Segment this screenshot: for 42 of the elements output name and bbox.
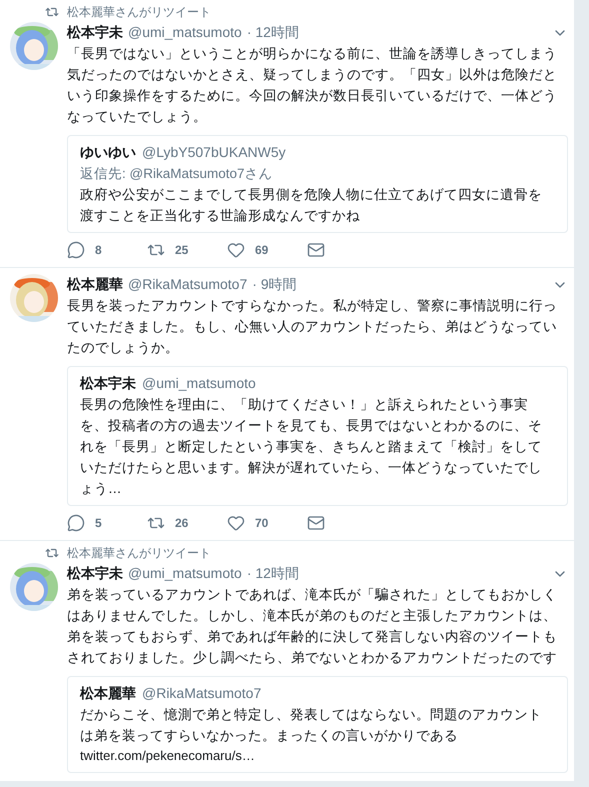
- reply-count: 8: [95, 242, 102, 259]
- user-name: 松本麗華: [80, 684, 136, 703]
- timestamp[interactable]: · 12時間: [246, 563, 299, 584]
- timestamp[interactable]: · 9時間: [252, 274, 297, 295]
- user-handle: @RikaMatsumoto7: [128, 275, 248, 294]
- heart-icon[interactable]: [227, 514, 245, 532]
- retweet-icon: [45, 5, 59, 19]
- reply-icon[interactable]: [67, 241, 85, 259]
- user-name[interactable]: 松本宇未: [67, 22, 123, 43]
- retweet-count: 25: [175, 242, 188, 259]
- quoted-text: 長男の危険性を理由に、「助けてください！」と訴えられたという事実を、投稿者の方の過去ツイートを見ても、長男ではないとわかるのに、それを「長男」と断定したという事実を、きちんと踏まえて「検討」をしていただけたらと思います。解決が遅れていたら、一体どうなっていたでしょう…: [80, 396, 543, 498]
- user-handle: @umi_matsumoto: [142, 374, 256, 393]
- quoted-tweet[interactable]: 松本宇未 @umi_matsumoto 長男の危険性を理由に、「助けてください！」と訴えられたという事実を、投稿者の方の過去ツイートを見ても、長男ではないとわかるのに、それを「長男」と断定したという事実を、きちんと踏まえて「検討」をしていただけたらと思います。解決が遅れていたら、一体どうなっていたでしょう…: [67, 366, 568, 506]
- mail-icon[interactable]: [307, 514, 325, 532]
- heart-icon[interactable]: [227, 241, 245, 259]
- user-name: ゆいゆい: [80, 143, 136, 162]
- user-handle: @umi_matsumoto: [128, 564, 242, 583]
- quoted-text: だからこそ、憶測で弟と特定し、発表してはならない。問題のアカウントは弟を装ってすらいなかった。まったくの言いがかりである: [80, 706, 543, 745]
- like-count: 69: [255, 242, 268, 259]
- user-handle: @LybY507bUKANW5y: [142, 143, 286, 162]
- quoted-tweet[interactable]: 松本麗華 @RikaMatsumoto7 だからこそ、憶測で弟と特定し、発表してはならない。問題のアカウントは弟を装ってすらいなかった。まったくの言いがかりである twitter.com/pekenecomaru/s…: [67, 676, 568, 773]
- user-name[interactable]: 松本麗華: [67, 274, 123, 295]
- user-name[interactable]: 松本宇未: [67, 563, 123, 584]
- reply-count: 5: [95, 515, 102, 532]
- like-count: 70: [255, 515, 268, 532]
- quoted-tweet[interactable]: ゆいゆい @LybY507bUKANW5y 返信先: @RikaMatsumoto7さん 政府や公安がここまでして長男側を危険人物に仕立てあげて四女に遺骨を渡すことを正当化する世論形成なんですかね: [67, 135, 568, 233]
- link[interactable]: twitter.com/pekenecomaru/s…: [80, 746, 255, 766]
- user-handle: @umi_matsumoto: [128, 23, 242, 42]
- user-handle: @RikaMatsumoto7: [142, 684, 262, 703]
- retweet-count: 26: [175, 515, 188, 532]
- quoted-text: 政府や公安がここまでして長男側を危険人物に仕立てあげて四女に遺骨を渡すことを正当化する世論形成なんですかね: [80, 186, 543, 225]
- tweet-text: 長男を装ったアカウントですらなかった。私が特定し、警察に事情説明に行っていただきました。もし、心無い人のアカウントだったら、弟はどうなっていたのでしょうか。: [67, 297, 558, 357]
- user-name: 松本宇未: [80, 374, 136, 393]
- tweet-text: 弟を装っているアカウントであれば、滝本氏が「騙された」としてもおかしくはありませんでした。しかし、滝本氏が弟のものだと主張したアカウントは、弟を装ってもおらず、弟であれば年齢的に決して発言しない内容のツイートもされておりました。少し調べたら、弟でないとわかるアカウントだったのです: [67, 586, 558, 667]
- reply-icon[interactable]: [67, 514, 85, 532]
- retweet-icon: [45, 546, 59, 560]
- retweet-label: 松本麗華さんがリツイート: [67, 4, 211, 21]
- mail-icon[interactable]: [307, 241, 325, 259]
- tweet-text: 「長男ではない」ということが明らかになる前に、世論を誘導しきってしまう気だったのではないかとさえ、疑ってしまうのです。「四女」以外は危険だという印象操作をするために。今回の解決が数日長引いているだけで、一体どうなっていたでしょう。: [67, 45, 558, 126]
- reply-to: 返信先: @RikaMatsumoto7さん: [80, 165, 274, 183]
- timestamp[interactable]: · 12時間: [246, 22, 299, 43]
- retweet-label: 松本麗華さんがリツイート: [67, 545, 211, 562]
